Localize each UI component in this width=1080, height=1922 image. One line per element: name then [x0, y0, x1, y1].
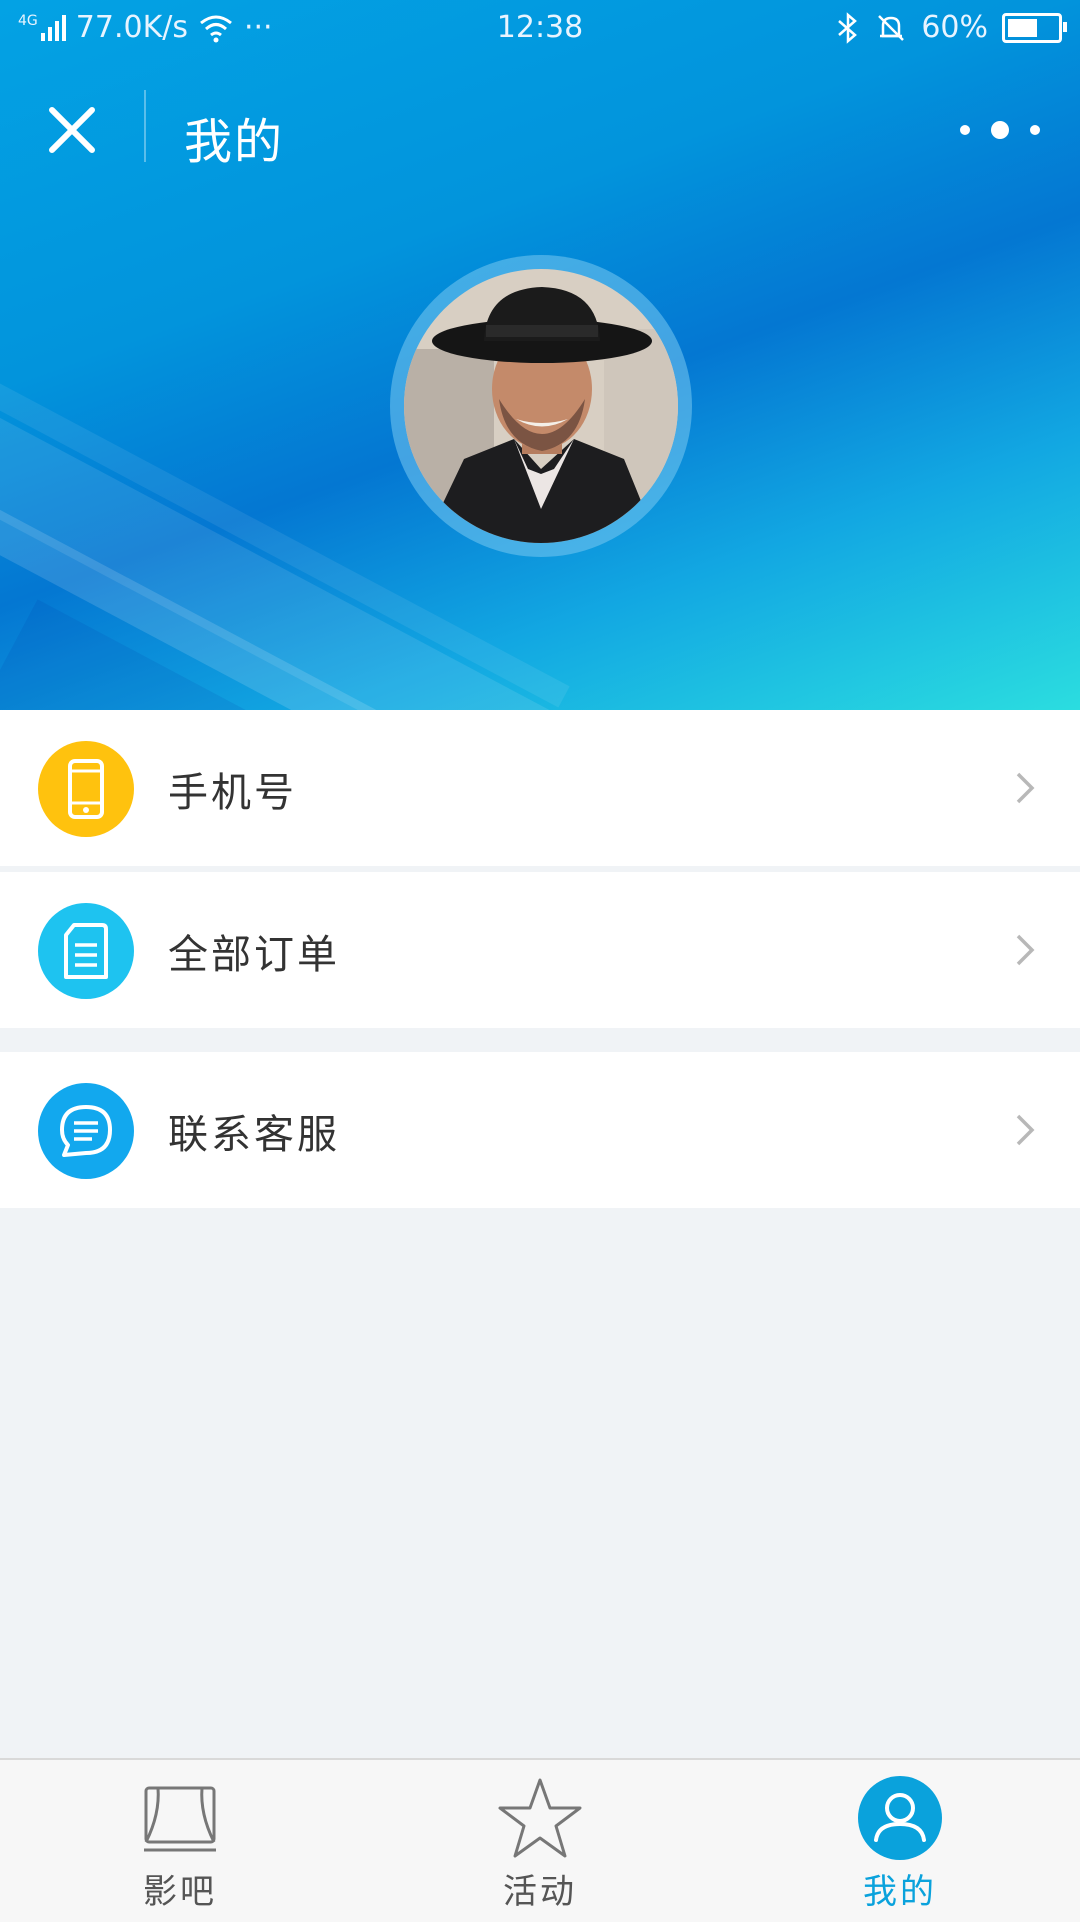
menu-item-label: 手机号	[168, 770, 297, 816]
nav-divider	[144, 90, 146, 162]
customer-service-icon	[38, 1083, 134, 1179]
tab-activity[interactable]: 活动	[360, 1760, 720, 1922]
menu-item-phone[interactable]: 手机号	[0, 710, 1080, 866]
tab-label: 活动	[503, 1872, 577, 1912]
tab-bar: 影吧 活动 我的	[0, 1758, 1080, 1922]
clock: 12:38	[496, 10, 584, 45]
battery-percent: 60%	[921, 10, 988, 45]
bluetooth-icon	[838, 11, 858, 44]
profile-header: 4G 77.0K/s ··· 12:38 60% 我的	[0, 0, 1080, 710]
avatar-image	[404, 269, 678, 543]
status-bar: 4G 77.0K/s ··· 12:38 60%	[0, 0, 1080, 56]
orders-icon	[38, 903, 134, 999]
menu-item-orders[interactable]: 全部订单	[0, 872, 1080, 1028]
menu-item-customer-service[interactable]: 联系客服	[0, 1052, 1080, 1208]
menu-item-label: 联系客服	[168, 1112, 340, 1158]
nav-bar: 我的	[0, 80, 1080, 180]
chevron-right-icon	[1016, 1114, 1035, 1146]
user-icon	[858, 1776, 942, 1860]
tab-cinema[interactable]: 影吧	[0, 1760, 360, 1922]
star-icon	[498, 1778, 582, 1858]
tab-label: 我的	[863, 1872, 937, 1912]
chevron-right-icon	[1016, 934, 1035, 966]
battery-icon	[1002, 12, 1067, 43]
phone-icon	[38, 741, 134, 837]
menu-item-label: 全部订单	[168, 932, 340, 978]
avatar[interactable]	[390, 255, 692, 557]
tab-label: 影吧	[143, 1872, 217, 1912]
page-title: 我的	[184, 114, 285, 170]
chevron-right-icon	[1016, 772, 1035, 804]
mute-bell-icon	[878, 14, 905, 41]
cinema-icon	[144, 1786, 216, 1852]
tab-mine[interactable]: 我的	[720, 1760, 1080, 1922]
close-button[interactable]	[42, 100, 102, 160]
more-options-button[interactable]	[960, 110, 1040, 150]
